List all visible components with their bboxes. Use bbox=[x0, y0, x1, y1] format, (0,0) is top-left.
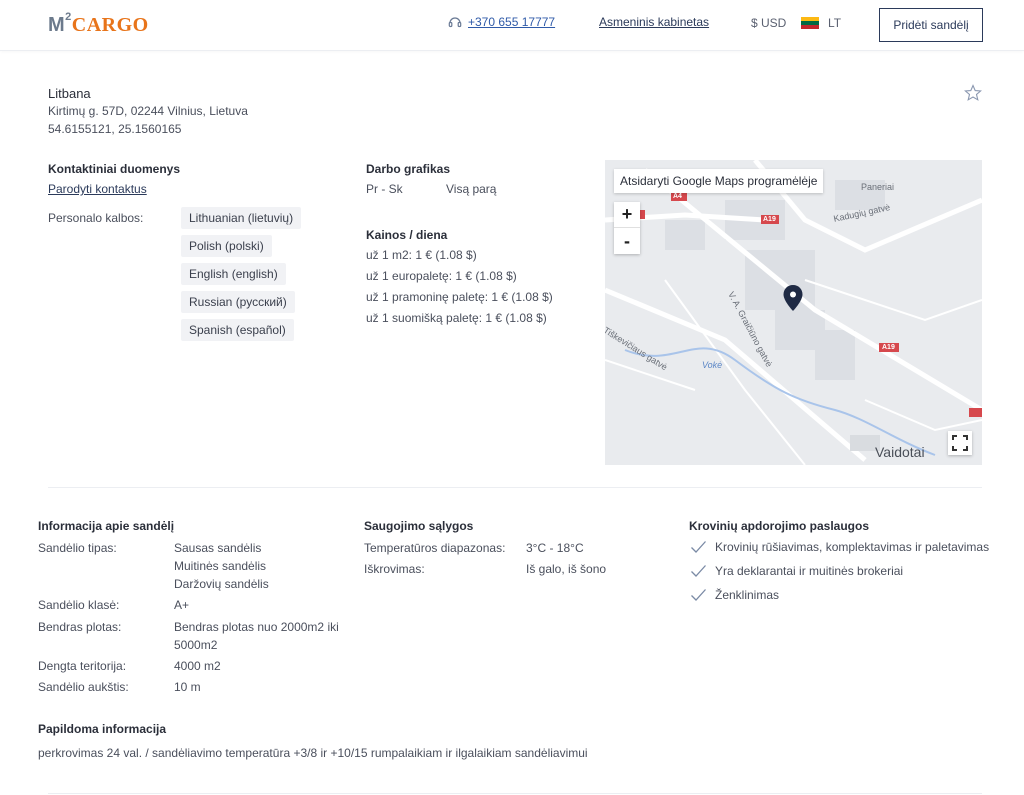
map-river-label: Vokė bbox=[702, 360, 723, 370]
type-value: Muitinės sandėlis bbox=[174, 559, 267, 573]
header: M2CARGO +370 655 17777 Asmeninis kabinet… bbox=[0, 0, 1024, 51]
check-icon bbox=[691, 565, 706, 577]
logo-sup: 2 bbox=[65, 11, 72, 24]
zoom-out-button[interactable]: - bbox=[614, 228, 640, 254]
languages-list: Lithuanian (lietuvių) Polish (polski) En… bbox=[181, 207, 302, 341]
map-road-label: A19 bbox=[763, 216, 776, 223]
warehouse-coords: 54.6155121, 25.1560165 bbox=[48, 122, 182, 136]
open-in-google-maps-button[interactable]: Atsidaryti Google Maps programėlėje bbox=[614, 169, 824, 193]
lt-flag-icon[interactable] bbox=[801, 17, 819, 29]
section-divider bbox=[48, 793, 982, 794]
type-value: Sausas sandėlis bbox=[174, 541, 262, 555]
language-chip: Lithuanian (lietuvių) bbox=[181, 207, 302, 229]
area-label: Bendras plotas: bbox=[38, 620, 122, 634]
height-label: Sandėlio aukštis: bbox=[38, 680, 129, 694]
service-item: Ženklinimas bbox=[690, 588, 989, 602]
add-warehouse-button[interactable]: Pridėti sandėlį bbox=[879, 8, 983, 42]
service-label: Ženklinimas bbox=[715, 588, 780, 602]
map-place-label: Vaidotai bbox=[875, 444, 925, 460]
warehouse-address: Kirtimų g. 57D, 02244 Vilnius, Lietuva bbox=[48, 104, 248, 118]
extra-info-text: perkrovimas 24 val. / sandėliavimo tempe… bbox=[38, 746, 588, 760]
price-item: už 1 suomišką paletę: 1 € (1.08 $) bbox=[366, 311, 547, 325]
warehouse-name: Litbana bbox=[48, 86, 91, 101]
schedule-days: Pr - Sk bbox=[366, 182, 403, 196]
extra-info-title: Papildoma informacija bbox=[38, 722, 167, 736]
service-label: Krovinių rūšiavimas, komplektavimas ir p… bbox=[715, 540, 990, 554]
location-pin-icon[interactable] bbox=[782, 284, 804, 312]
map-road-label: A4 bbox=[673, 193, 682, 200]
headset-icon bbox=[448, 17, 462, 28]
type-value: Daržovių sandėlis bbox=[174, 577, 269, 591]
language-chip: English (english) bbox=[181, 263, 286, 285]
service-label: Yra deklarantai ir muitinės brokeriai bbox=[715, 564, 904, 578]
zoom-controls: + - bbox=[614, 202, 640, 254]
account-link[interactable]: Asmeninis kabinetas bbox=[599, 15, 709, 29]
schedule-hours: Visą parą bbox=[446, 182, 497, 196]
map-place-label: Paneriai bbox=[861, 182, 895, 192]
map-road-label: A19 bbox=[882, 344, 895, 351]
services-title: Krovinių apdorojimo paslaugos bbox=[689, 519, 870, 533]
currency-selector[interactable]: $ USD bbox=[751, 16, 786, 30]
logo-m: M bbox=[48, 14, 66, 36]
height-value: 10 m bbox=[174, 680, 201, 694]
map-background bbox=[605, 160, 982, 465]
area-value: Bendras plotas nuo 2000m2 iki bbox=[174, 620, 339, 634]
phone-link[interactable]: +370 655 17777 bbox=[468, 15, 555, 29]
fullscreen-icon bbox=[952, 435, 968, 451]
staff-languages-label: Personalo kalbos: bbox=[48, 211, 144, 225]
section-divider bbox=[48, 487, 982, 488]
logo[interactable]: M2CARGO bbox=[48, 11, 149, 37]
type-label: Sandėlio tipas: bbox=[38, 541, 117, 555]
zoom-in-button[interactable]: + bbox=[614, 202, 640, 228]
language-chip: Spanish (español) bbox=[181, 319, 294, 341]
price-item: už 1 pramoninę paletę: 1 € (1.08 $) bbox=[366, 290, 553, 304]
unloading-label: Iškrovimas: bbox=[364, 562, 425, 576]
services-list: Krovinių rūšiavimas, komplektavimas ir p… bbox=[690, 540, 989, 602]
language-selector[interactable]: LT bbox=[828, 16, 841, 30]
class-label: Sandėlio klasė: bbox=[38, 598, 120, 612]
check-icon bbox=[691, 589, 706, 601]
check-icon bbox=[691, 541, 706, 553]
language-chip: Russian (русский) bbox=[181, 291, 295, 313]
service-item: Krovinių rūšiavimas, komplektavimas ir p… bbox=[690, 540, 989, 554]
covered-label: Dengta teritorija: bbox=[38, 659, 127, 673]
phone-block: +370 655 17777 bbox=[448, 15, 555, 29]
favorite-star-icon[interactable] bbox=[964, 84, 982, 102]
temperature-label: Temperatūros diapazonas: bbox=[364, 541, 506, 555]
price-item: už 1 m2: 1 € (1.08 $) bbox=[366, 248, 477, 262]
service-item: Yra deklarantai ir muitinės brokeriai bbox=[690, 564, 989, 578]
show-contacts-link[interactable]: Parodyti kontaktus bbox=[48, 182, 147, 196]
contacts-title: Kontaktiniai duomenys bbox=[48, 162, 181, 176]
price-item: už 1 europaletę: 1 € (1.08 $) bbox=[366, 269, 517, 283]
covered-value: 4000 m2 bbox=[174, 659, 221, 673]
warehouse-info-title: Informacija apie sandėlį bbox=[38, 519, 175, 533]
class-value: A+ bbox=[174, 598, 190, 612]
logo-cargo: CARGO bbox=[71, 14, 149, 36]
language-chip: Polish (polski) bbox=[181, 235, 272, 257]
area-value: 5000m2 bbox=[174, 638, 218, 652]
storage-title: Saugojimo sąlygos bbox=[364, 519, 474, 533]
prices-list: už 1 m2: 1 € (1.08 $) už 1 europaletę: 1… bbox=[366, 248, 553, 325]
fullscreen-button[interactable] bbox=[948, 431, 972, 455]
temperature-value: 3°C - 18°C bbox=[526, 541, 584, 555]
map[interactable]: A4 A19 A19 Paneriai Kadugių gatvė V. A. … bbox=[605, 160, 982, 465]
schedule-title: Darbo grafikas bbox=[366, 162, 451, 176]
unloading-value: Iš galo, iš šono bbox=[526, 562, 607, 576]
prices-title: Kainos / diena bbox=[366, 228, 448, 242]
